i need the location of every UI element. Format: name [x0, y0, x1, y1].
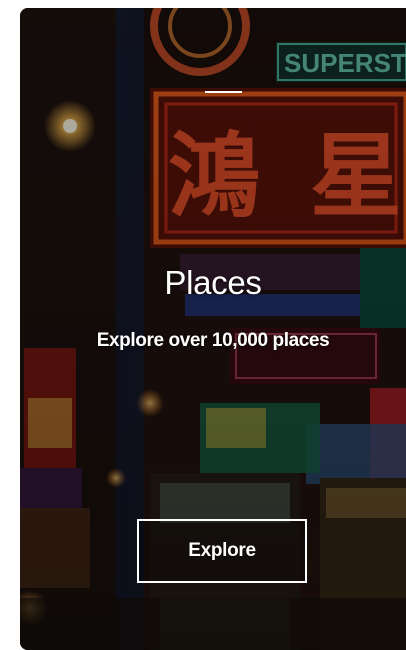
places-card[interactable]: SUPERST 鴻 星	[20, 8, 406, 650]
explore-button[interactable]: Explore	[137, 519, 307, 583]
title-divider	[205, 91, 242, 93]
card-title: Places	[164, 264, 262, 301]
card-subtitle: Explore over 10,000 places	[96, 330, 330, 351]
